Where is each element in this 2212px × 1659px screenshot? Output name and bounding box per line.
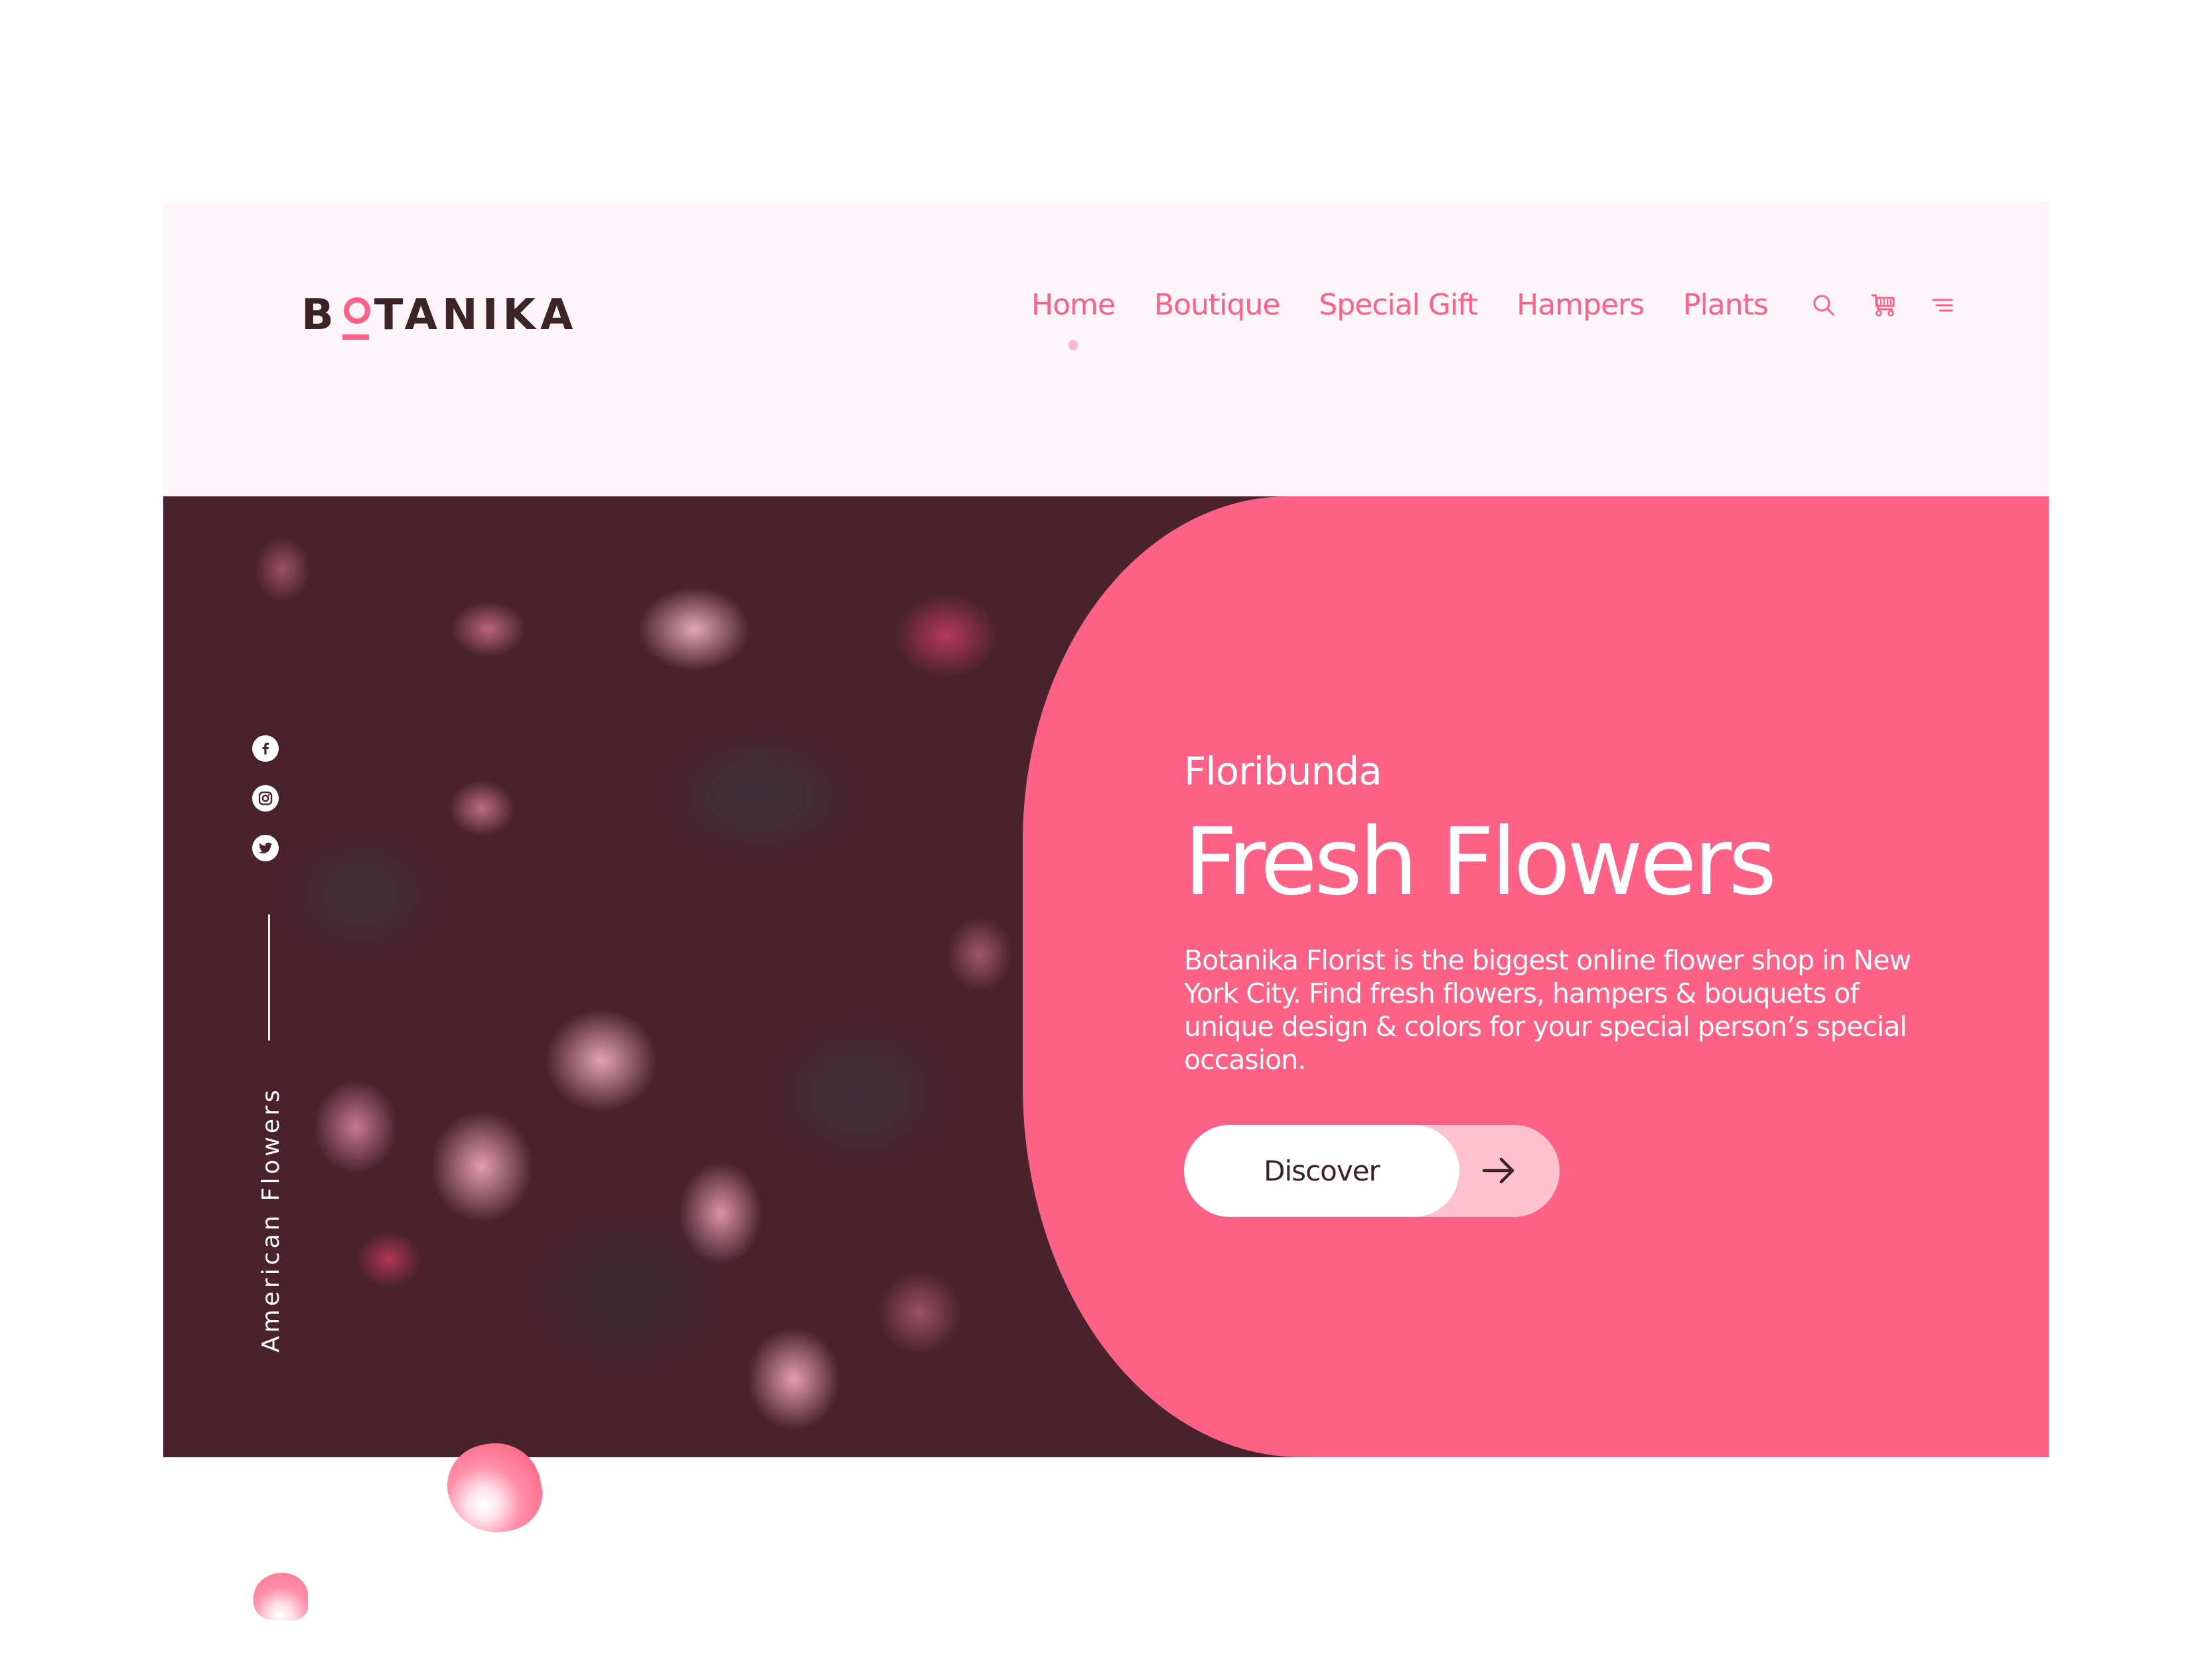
- nav-item-plants[interactable]: Plants: [1683, 288, 1769, 322]
- nav-item-special-gift[interactable]: Special Gift: [1319, 288, 1478, 322]
- nav-item-boutique[interactable]: Boutique: [1154, 288, 1280, 322]
- twitter-icon: [259, 842, 272, 853]
- nav-item-label: Plants: [1683, 288, 1769, 322]
- page-frame: B TANIKA Home Boutique Special Gift Hamp…: [163, 202, 2049, 1457]
- vertical-divider: [268, 914, 270, 1041]
- nav-item-label: Boutique: [1153, 288, 1280, 322]
- hero-section: American Flowers Floribunda Fresh Flower…: [163, 496, 2049, 1457]
- instagram-link[interactable]: [252, 785, 279, 812]
- logo-o-mark-icon: [342, 297, 370, 340]
- main-nav: Home Boutique Special Gift Hampers Plant…: [1031, 288, 1986, 350]
- search-icon: [1813, 295, 1834, 315]
- instagram-icon: [258, 791, 273, 806]
- nav-item-hampers[interactable]: Hampers: [1516, 288, 1645, 322]
- discover-button[interactable]: Discover: [1184, 1125, 1560, 1217]
- discover-button-label: Discover: [1184, 1125, 1459, 1217]
- hero-title: Fresh Flowers: [1184, 808, 1777, 916]
- hero-content: Floribunda Fresh Flowers Botanika Floris…: [1184, 749, 1947, 1076]
- search-button[interactable]: [1807, 289, 1840, 322]
- nav-item-label: Special Gift: [1319, 288, 1478, 322]
- header: B TANIKA Home Boutique Special Gift Hamp…: [163, 202, 2049, 496]
- menu-button[interactable]: [1927, 289, 1960, 322]
- logo-text-start: B: [301, 291, 338, 340]
- cart-icon: [1871, 294, 1895, 317]
- arrow-right-icon: [1482, 1157, 1514, 1184]
- social-links: [252, 735, 279, 885]
- logo[interactable]: B TANIKA: [301, 291, 578, 340]
- cart-button[interactable]: [1867, 289, 1900, 322]
- twitter-link[interactable]: [252, 835, 279, 861]
- logo-text-end: TANIKA: [374, 291, 578, 340]
- nav-item-label: Hampers: [1516, 288, 1645, 322]
- hero-description: Botanika Florist is the biggest online f…: [1184, 944, 1911, 1076]
- nav-item-label: Home: [1031, 288, 1116, 322]
- hero-subtitle: Floribunda: [1184, 749, 1382, 794]
- menu-icon: [1932, 299, 1953, 311]
- side-category-label: American Flowers: [258, 1086, 285, 1352]
- facebook-icon: [262, 743, 269, 755]
- decorative-petal-small: [254, 1573, 308, 1621]
- nav-item-home[interactable]: Home: [1031, 288, 1116, 350]
- active-indicator-dot: [1068, 340, 1078, 350]
- facebook-link[interactable]: [252, 735, 279, 762]
